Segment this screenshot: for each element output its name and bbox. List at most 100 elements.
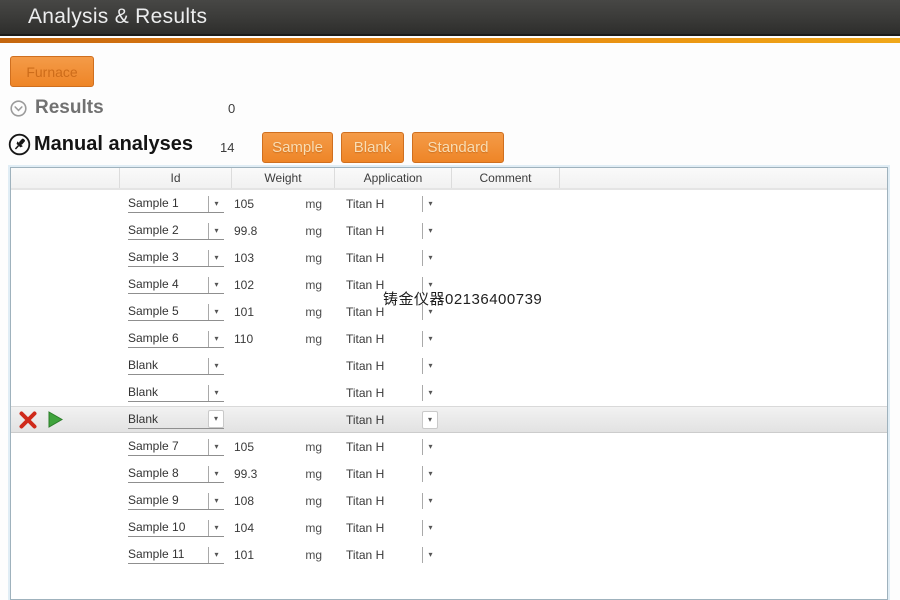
id-dropdown-button[interactable]: ▾ xyxy=(208,439,224,455)
application-dropdown-button[interactable]: ▾ xyxy=(422,493,438,509)
id-field[interactable]: Blank ▾ xyxy=(128,356,224,375)
id-field[interactable]: Sample 10 ▾ xyxy=(128,518,224,537)
add-blank-button[interactable]: Blank xyxy=(341,132,404,163)
table-row[interactable]: Sample 2 ▾ 99.8 mg Titan H ▾ xyxy=(11,217,887,244)
table-row[interactable]: Sample 3 ▾ 103 mg Titan H ▾ xyxy=(11,244,887,271)
weight-cell[interactable]: 105 mg xyxy=(231,440,334,454)
id-dropdown-button[interactable]: ▾ xyxy=(208,250,224,266)
table-row[interactable]: Sample 7 ▾ 105 mg Titan H ▾ xyxy=(11,433,887,460)
id-dropdown-button[interactable]: ▾ xyxy=(208,331,224,347)
id-dropdown-button[interactable]: ▾ xyxy=(208,277,224,293)
id-value: Sample 9 xyxy=(128,493,208,509)
application-dropdown-button[interactable]: ▾ xyxy=(422,411,438,429)
id-dropdown-button[interactable]: ▾ xyxy=(208,385,224,401)
delete-icon[interactable] xyxy=(18,411,38,429)
weight-cell[interactable]: 99.3 mg xyxy=(231,467,334,481)
id-field[interactable]: Sample 11 ▾ xyxy=(128,545,224,564)
application-value: Titan H xyxy=(346,494,384,508)
chevron-down-icon: ▾ xyxy=(428,254,432,262)
furnace-button[interactable]: Furnace xyxy=(10,56,94,87)
id-field[interactable]: Sample 3 ▾ xyxy=(128,248,224,267)
row-actions xyxy=(11,221,119,240)
id-dropdown-button[interactable]: ▾ xyxy=(208,196,224,212)
id-field[interactable]: Sample 8 ▾ xyxy=(128,464,224,483)
weight-unit: mg xyxy=(305,467,334,481)
row-actions xyxy=(11,518,119,537)
results-section-header[interactable]: Results xyxy=(10,97,104,119)
weight-cell[interactable]: 103 mg xyxy=(231,251,334,265)
application-cell: Titan H ▾ xyxy=(334,223,451,239)
weight-cell[interactable]: 101 mg xyxy=(231,548,334,562)
id-dropdown-button[interactable]: ▾ xyxy=(208,410,224,428)
run-icon[interactable] xyxy=(47,410,64,429)
weight-value: 101 xyxy=(234,548,254,562)
id-field[interactable]: Sample 1 ▾ xyxy=(128,194,224,213)
id-field[interactable]: Sample 9 ▾ xyxy=(128,491,224,510)
id-value: Sample 4 xyxy=(128,277,208,293)
weight-cell[interactable]: 105 mg xyxy=(231,197,334,211)
id-dropdown-button[interactable]: ▾ xyxy=(208,358,224,374)
weight-cell[interactable]: 102 mg xyxy=(231,278,334,292)
table-row[interactable]: Blank ▾ Titan H ▾ xyxy=(11,352,887,379)
results-section-label: Results xyxy=(35,97,104,119)
weight-cell[interactable]: 108 mg xyxy=(231,494,334,508)
application-dropdown-button[interactable]: ▾ xyxy=(422,358,438,374)
application-dropdown-button[interactable]: ▾ xyxy=(422,196,438,212)
pushpin-icon[interactable] xyxy=(8,133,31,156)
weight-cell[interactable]: 104 mg xyxy=(231,521,334,535)
id-field[interactable]: Sample 2 ▾ xyxy=(128,221,224,240)
id-field[interactable]: Sample 6 ▾ xyxy=(128,329,224,348)
table-row[interactable]: Blank ▾ Titan H ▾ xyxy=(11,379,887,406)
weight-unit: mg xyxy=(305,548,334,562)
id-dropdown-button[interactable]: ▾ xyxy=(208,466,224,482)
id-dropdown-button[interactable]: ▾ xyxy=(208,304,224,320)
column-header-id: Id xyxy=(119,168,231,188)
chevron-down-icon: ▾ xyxy=(214,362,218,370)
application-dropdown-button[interactable]: ▾ xyxy=(422,547,438,563)
table-row[interactable]: Sample 10 ▾ 104 mg Titan H ▾ xyxy=(11,514,887,541)
chevron-down-icon: ▾ xyxy=(428,443,432,451)
add-analysis-buttons: Sample Blank Standard xyxy=(262,132,504,163)
add-standard-button[interactable]: Standard xyxy=(412,132,504,163)
manual-analyses-section-header[interactable]: Manual analyses xyxy=(8,133,193,156)
application-dropdown-button[interactable]: ▾ xyxy=(422,520,438,536)
id-field[interactable]: Sample 7 ▾ xyxy=(128,437,224,456)
table-row[interactable]: Blank ▾ Titan H ▾ xyxy=(11,406,887,433)
weight-cell[interactable]: 101 mg xyxy=(231,305,334,319)
id-field[interactable]: Blank ▾ xyxy=(128,410,224,429)
id-value: Sample 6 xyxy=(128,331,208,347)
chevron-down-icon: ▾ xyxy=(428,200,432,208)
application-dropdown-button[interactable]: ▾ xyxy=(422,223,438,239)
id-field[interactable]: Sample 4 ▾ xyxy=(128,275,224,294)
id-field[interactable]: Sample 5 ▾ xyxy=(128,302,224,321)
table-row[interactable]: Sample 6 ▾ 110 mg Titan H ▾ xyxy=(11,325,887,352)
id-field[interactable]: Blank ▾ xyxy=(128,383,224,402)
expand-results-icon[interactable] xyxy=(10,100,27,117)
table-row[interactable]: Sample 1 ▾ 105 mg Titan H ▾ xyxy=(11,190,887,217)
column-header-comment: Comment xyxy=(451,168,559,188)
application-value: Titan H xyxy=(346,224,384,238)
application-dropdown-button[interactable]: ▾ xyxy=(422,466,438,482)
application-cell: Titan H ▾ xyxy=(334,547,451,563)
table-row[interactable]: Sample 8 ▾ 99.3 mg Titan H ▾ xyxy=(11,460,887,487)
application-dropdown-button[interactable]: ▾ xyxy=(422,385,438,401)
application-value: Titan H xyxy=(346,251,384,265)
add-sample-button[interactable]: Sample xyxy=(262,132,333,163)
weight-cell[interactable]: 99.8 mg xyxy=(231,224,334,238)
chevron-down-icon: ▾ xyxy=(428,362,432,370)
application-dropdown-button[interactable]: ▾ xyxy=(422,331,438,347)
application-cell: Titan H ▾ xyxy=(334,331,451,347)
id-dropdown-button[interactable]: ▾ xyxy=(208,547,224,563)
id-dropdown-button[interactable]: ▾ xyxy=(208,520,224,536)
application-dropdown-button[interactable]: ▾ xyxy=(422,250,438,266)
id-cell: Sample 10 ▾ xyxy=(119,518,231,537)
application-dropdown-button[interactable]: ▾ xyxy=(422,439,438,455)
weight-cell[interactable]: 110 mg xyxy=(231,332,334,346)
id-value: Sample 5 xyxy=(128,304,208,320)
chevron-down-icon: ▾ xyxy=(214,389,218,397)
id-dropdown-button[interactable]: ▾ xyxy=(208,223,224,239)
id-dropdown-button[interactable]: ▾ xyxy=(208,493,224,509)
table-row[interactable]: Sample 9 ▾ 108 mg Titan H ▾ xyxy=(11,487,887,514)
id-value: Sample 7 xyxy=(128,439,208,455)
table-row[interactable]: Sample 11 ▾ 101 mg Titan H ▾ xyxy=(11,541,887,568)
